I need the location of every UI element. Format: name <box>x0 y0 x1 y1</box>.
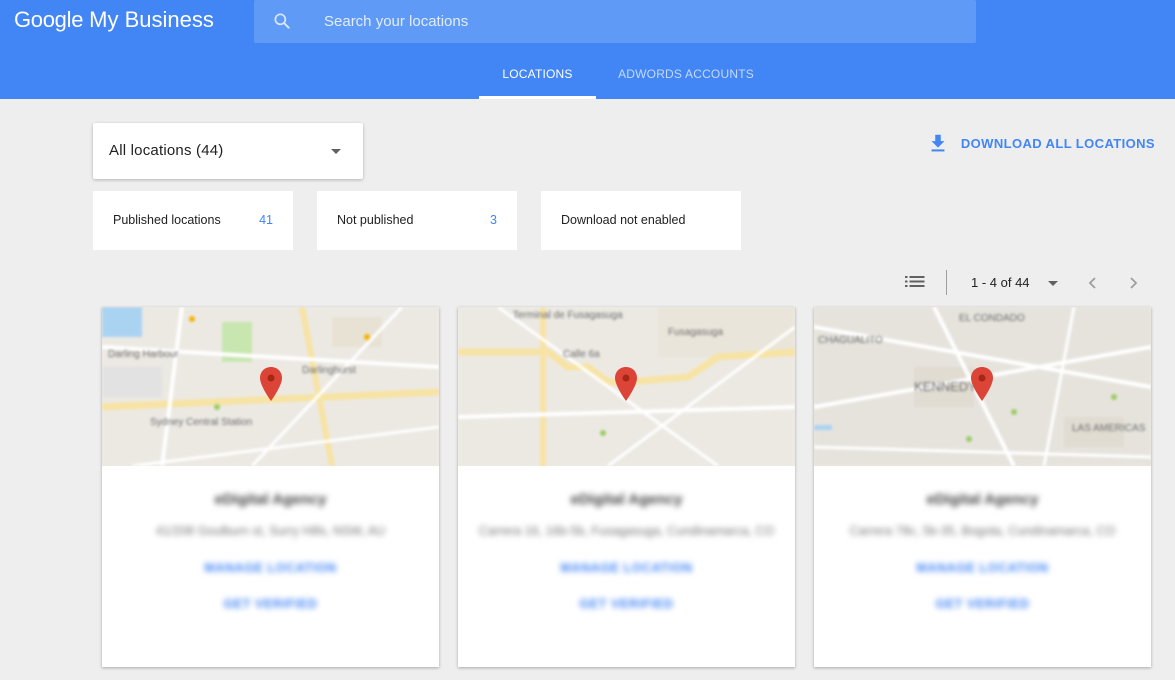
map-label: Terminal de Fusagasuga <box>513 310 623 321</box>
tab-bar: LOCATIONS ADWORDS ACCOUNTS <box>479 54 776 99</box>
tab-adwords-accounts[interactable]: ADWORDS ACCOUNTS <box>596 54 776 99</box>
location-map[interactable]: CHAGUALITO EL CONDADO KENNEDY LAS AMERIC… <box>814 307 1151 466</box>
map-label: EL CONDADO <box>959 313 1025 324</box>
search-input[interactable] <box>324 0 944 43</box>
location-map[interactable]: Terminal de Fusagasuga Fusagasuga Calle … <box>458 307 795 466</box>
stat-label: Download not enabled <box>561 213 686 227</box>
map-label: KENNEDY <box>914 379 977 394</box>
map-label: Darling Harbour <box>108 349 179 360</box>
location-card: Darling Harbour Darlinghurst Sydney Cent… <box>102 307 439 667</box>
download-all-label: DOWNLOAD ALL LOCATIONS <box>960 135 1155 151</box>
stat-label: Not published <box>337 213 414 227</box>
tab-locations[interactable]: LOCATIONS <box>479 54 596 99</box>
get-verified-link[interactable]: GET VERIFIED <box>814 597 1151 611</box>
list-view-icon[interactable] <box>905 274 925 292</box>
download-icon <box>931 134 945 152</box>
search-bar[interactable] <box>254 0 976 43</box>
pagination-range[interactable]: 1 - 4 of 44 <box>971 274 1030 292</box>
map-label: Fusagasuga <box>668 327 724 338</box>
logo-product-text: My Business <box>89 7 214 32</box>
location-group-selector[interactable]: All locations (44) <box>93 123 363 179</box>
location-name: eDigital Agency <box>926 491 1039 508</box>
map-label: Sydney Central Station <box>150 417 253 428</box>
manage-location-link[interactable]: MANAGE LOCATION <box>458 561 795 575</box>
stat-count: 41 <box>259 213 273 227</box>
location-address: Carrera 16, 16b-5b, Fusagasuga, Cundinam… <box>478 524 775 538</box>
map-pin-icon <box>971 367 993 401</box>
page-size-caret-icon[interactable] <box>1048 281 1058 286</box>
manage-location-link[interactable]: MANAGE LOCATION <box>814 561 1151 575</box>
search-icon[interactable] <box>272 11 292 31</box>
location-group-label: All locations (44) <box>109 142 224 159</box>
location-card: Terminal de Fusagasuga Fusagasuga Calle … <box>458 307 795 667</box>
app-logo[interactable]: Google My Business <box>14 6 214 34</box>
location-address: Carrera 78c, 5b-35, Bogota, Cundinamarca… <box>849 524 1116 538</box>
manage-location-link[interactable]: MANAGE LOCATION <box>102 561 439 575</box>
stat-published-locations[interactable]: Published locations 41 <box>93 191 293 250</box>
download-all-locations-button[interactable]: DOWNLOAD ALL LOCATIONS <box>927 132 1155 154</box>
logo-google-text: Google <box>14 7 84 32</box>
map-label: Darlinghurst <box>302 365 356 376</box>
get-verified-link[interactable]: GET VERIFIED <box>458 597 795 611</box>
card-body: eDigital Agency Carrera 78c, 5b-35, Bogo… <box>814 466 1151 667</box>
stat-not-published[interactable]: Not published 3 <box>317 191 517 250</box>
stat-download-not-enabled[interactable]: Download not enabled <box>541 191 741 250</box>
map-pin-icon <box>615 367 637 401</box>
location-card: CHAGUALITO EL CONDADO KENNEDY LAS AMERIC… <box>814 307 1151 667</box>
dropdown-caret-icon <box>331 149 341 154</box>
map-pin-icon <box>260 367 282 401</box>
map-label: LAS AMERICAS <box>1072 423 1146 434</box>
stat-count: 3 <box>490 213 497 227</box>
chevron-right-icon[interactable] <box>1125 275 1141 291</box>
get-verified-link[interactable]: GET VERIFIED <box>102 597 439 611</box>
stat-label: Published locations <box>113 213 221 227</box>
card-body: eDigital Agency 41/208 Goulburn st, Surr… <box>102 466 439 667</box>
location-address: 41/208 Goulburn st, Surry Hills, NSW, AU <box>155 524 386 538</box>
chevron-left-icon[interactable] <box>1085 275 1101 291</box>
location-name: eDigital Agency <box>570 491 683 508</box>
map-label: Calle 6a <box>563 349 600 360</box>
card-body: eDigital Agency Carrera 16, 16b-5b, Fusa… <box>458 466 795 667</box>
app-header: GoogleMy Business LOCATIONS ADWORDS ACCO… <box>0 0 1175 99</box>
location-map[interactable]: Darling Harbour Darlinghurst Sydney Cent… <box>102 307 439 466</box>
location-name: eDigital Agency <box>214 491 327 508</box>
map-label: CHAGUALITO <box>818 335 883 346</box>
toolbar-divider <box>946 270 947 295</box>
